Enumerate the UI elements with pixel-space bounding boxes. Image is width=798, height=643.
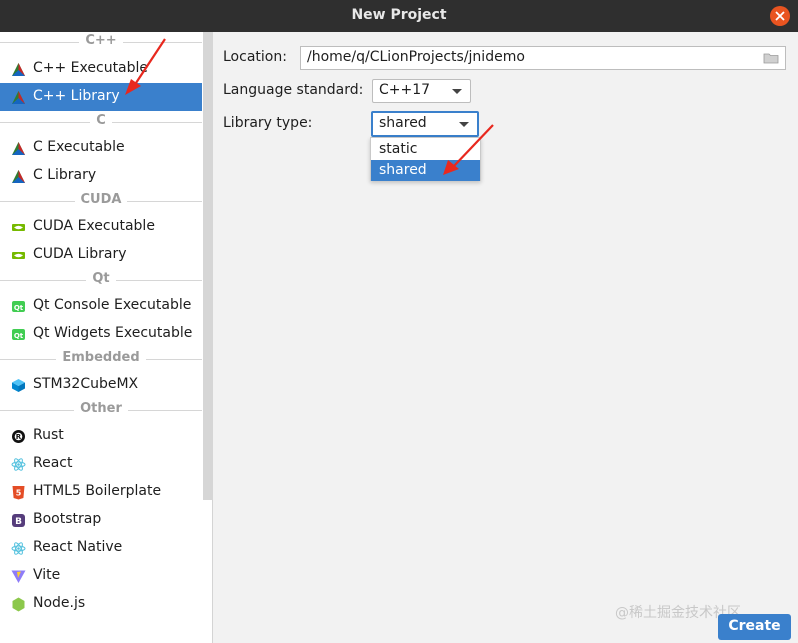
sidebar-item-c-executable[interactable]: C Executable (0, 134, 202, 162)
qt-icon: Qt (12, 301, 25, 312)
sidebar-item-label: Node.js (33, 595, 86, 611)
sidebar-item-label: STM32CubeMX (33, 376, 139, 392)
sidebar-item-label: Qt Widgets Executable (33, 325, 193, 341)
react-icon (11, 458, 26, 471)
library-type-dropdown: static shared (370, 137, 481, 181)
dropdown-option-static[interactable]: static (371, 139, 480, 160)
sidebar-item-label: C Library (33, 167, 97, 183)
create-button[interactable]: Create (718, 614, 791, 640)
sidebar-item-label: Bootstrap (33, 511, 102, 527)
sidebar-item-label: React Native (33, 539, 123, 555)
sidebar-item-c-library[interactable]: C Library (0, 162, 202, 190)
svg-text:R: R (16, 433, 22, 441)
sidebar-item-label: C++ Executable (33, 60, 149, 76)
html5-icon: 5 (12, 486, 25, 500)
sidebar-item-cpp-library[interactable]: C++ Library (0, 83, 202, 111)
sidebar-item-cuda-executable[interactable]: CUDA Executable (0, 213, 202, 241)
sidebar-item-qt-widgets-executable[interactable]: Qt Qt Widgets Executable (0, 320, 202, 348)
window-title: New Project (351, 7, 447, 23)
clion-triangle-icon (12, 63, 25, 76)
sidebar-item-stm32cubemx[interactable]: STM32CubeMX (0, 371, 202, 399)
sidebar-item-nodejs[interactable]: Node.js (0, 590, 202, 618)
group-header-c: C (0, 112, 202, 132)
sidebar-item-label: Rust (33, 427, 64, 443)
clion-triangle-icon (12, 91, 25, 104)
chevron-down-icon (459, 122, 469, 127)
group-header-cuda: CUDA (0, 191, 202, 211)
language-standard-value: C++17 (379, 82, 431, 98)
clion-triangle-icon (12, 170, 25, 183)
sidebar-item-react[interactable]: React (0, 450, 202, 478)
location-input[interactable]: /home/q/CLionProjects/jnidemo (300, 46, 786, 70)
sidebar-item-label: Vite (33, 567, 61, 583)
qt-icon: Qt (12, 329, 25, 340)
react-icon (11, 542, 26, 555)
close-icon (775, 11, 785, 21)
sidebar-item-cpp-executable[interactable]: C++ Executable (0, 55, 202, 83)
dropdown-option-shared[interactable]: shared (371, 160, 480, 181)
close-button[interactable] (770, 6, 790, 26)
sidebar-item-vite[interactable]: Vite (0, 562, 202, 590)
vite-icon (11, 570, 26, 583)
sidebar-item-label: CUDA Library (33, 246, 127, 262)
cube-icon (12, 379, 25, 392)
group-header-other: Other (0, 400, 202, 420)
sidebar-item-rust[interactable]: R Rust (0, 422, 202, 450)
clion-triangle-icon (12, 142, 25, 155)
group-header-cpp: C++ (0, 32, 202, 52)
language-standard-select[interactable]: C++17 (372, 79, 471, 103)
language-standard-label: Language standard: (223, 82, 364, 98)
library-type-value: shared (379, 115, 427, 131)
svg-text:Qt: Qt (14, 332, 24, 340)
rust-icon: R (12, 430, 25, 443)
group-header-embedded: Embedded (0, 349, 202, 369)
location-value: /home/q/CLionProjects/jnidemo (307, 49, 525, 65)
nodejs-icon (12, 597, 25, 612)
title-bar: New Project (0, 0, 798, 32)
svg-text:B: B (15, 517, 22, 527)
library-type-label: Library type: (223, 115, 313, 131)
bootstrap-icon: B (12, 514, 25, 527)
sidebar-item-label: C++ Library (33, 88, 120, 104)
sidebar-item-qt-console-executable[interactable]: Qt Qt Console Executable (0, 292, 202, 320)
sidebar-item-label: React (33, 455, 73, 471)
location-label: Location: (223, 49, 287, 65)
sidebar-item-react-native[interactable]: React Native (0, 534, 202, 562)
cuda-icon (12, 224, 25, 231)
library-type-select[interactable]: shared (371, 111, 479, 137)
sidebar-item-html5-boilerplate[interactable]: 5 HTML5 Boilerplate (0, 478, 202, 506)
sidebar-item-bootstrap[interactable]: B Bootstrap (0, 506, 202, 534)
project-type-list: C++ C++ Executable C++ Library C C Execu… (0, 32, 213, 643)
chevron-down-icon (452, 89, 462, 94)
svg-text:Qt: Qt (14, 304, 24, 312)
sidebar-item-cuda-library[interactable]: CUDA Library (0, 241, 202, 269)
cuda-icon (12, 252, 25, 259)
sidebar-item-label: Qt Console Executable (33, 297, 192, 313)
folder-icon[interactable] (763, 52, 779, 64)
svg-text:5: 5 (16, 489, 22, 498)
sidebar-scrollbar[interactable] (203, 32, 213, 500)
sidebar-item-label: CUDA Executable (33, 218, 155, 234)
sidebar-item-label: C Executable (33, 139, 125, 155)
sidebar-item-label: HTML5 Boilerplate (33, 483, 162, 499)
group-header-qt: Qt (0, 270, 202, 290)
